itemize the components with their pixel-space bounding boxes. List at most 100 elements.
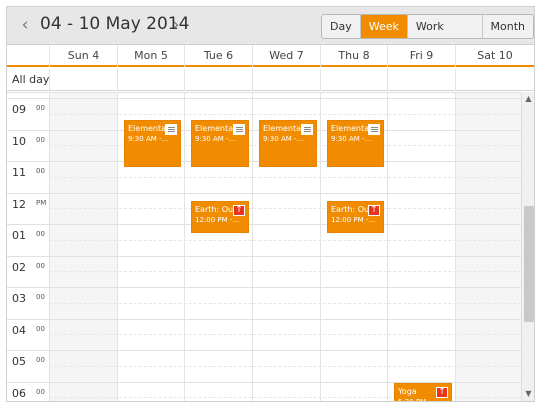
recurrence-icon xyxy=(301,124,313,135)
date-range[interactable]: 04 - 10 May 2014 xyxy=(40,14,189,34)
calendar-event[interactable]: Earth: Ou... 12:00 PM -... ↑ xyxy=(191,201,249,233)
allday-cell[interactable] xyxy=(455,69,534,91)
allday-cell[interactable] xyxy=(49,69,117,91)
hour-line xyxy=(7,318,521,320)
time-label: 03 xyxy=(12,292,26,305)
time-minute-label: 00 xyxy=(36,356,45,364)
scroll-thumb[interactable] xyxy=(524,206,534,322)
view-workweek-button[interactable]: Work Week xyxy=(408,15,483,38)
half-hour-line xyxy=(49,334,521,336)
hour-line xyxy=(7,98,521,99)
time-label: 10 xyxy=(12,134,26,148)
day-header-tue: Tue 6 xyxy=(184,45,252,67)
calendar-event[interactable]: Elementa... 9:30 AM -... xyxy=(327,120,384,167)
event-title: Yoga xyxy=(398,387,417,396)
day-column-sat[interactable] xyxy=(455,92,521,401)
allday-cell[interactable] xyxy=(184,69,252,91)
allday-row: All day xyxy=(7,69,534,91)
time-label: 05 xyxy=(12,355,26,368)
day-header-thu: Thu 8 xyxy=(320,45,387,67)
allday-label: All day xyxy=(12,73,50,86)
view-month-button[interactable]: Month xyxy=(483,15,533,38)
half-hour-line xyxy=(49,271,521,273)
high-priority-icon: ↑ xyxy=(368,205,380,216)
event-time: 12:00 PM -... xyxy=(195,216,240,224)
event-title: Elementa... xyxy=(331,124,373,133)
time-column: 09 00 10 00 11 00 12 PM 01 00 02 00 03 00 04 00 05 00 06 00 xyxy=(7,92,49,401)
hour-line xyxy=(7,350,521,351)
hour-line xyxy=(7,92,521,93)
calendar-event[interactable]: Elementa... 9:30 AM -... xyxy=(259,120,317,167)
allday-cell[interactable] xyxy=(117,69,184,91)
calendar-event[interactable]: Earth: Ou... 12:00 PM -... ↑ xyxy=(327,201,384,233)
time-minute-label: 00 xyxy=(36,135,45,144)
calendar-event[interactable]: Elementa... 9:30 AM -... xyxy=(191,120,249,167)
hour-line xyxy=(7,192,521,194)
half-hour-line xyxy=(49,208,521,210)
scroll-up-icon[interactable]: ▲ xyxy=(522,93,534,105)
chevron-left-icon[interactable]: ‹ xyxy=(18,16,32,34)
time-grid[interactable]: 09 00 10 00 11 00 12 PM 01 00 02 00 03 00 04 00 05 00 06 00… xyxy=(7,92,521,401)
time-minute-label: 00 xyxy=(36,261,45,270)
recurrence-icon xyxy=(165,124,177,135)
time-minute-label: 00 xyxy=(36,324,45,333)
high-priority-icon: ↑ xyxy=(436,387,448,398)
day-header-wed: Wed 7 xyxy=(252,45,320,67)
day-column-sun[interactable] xyxy=(49,92,117,401)
view-week-button[interactable]: Week xyxy=(360,15,408,38)
event-time: 12:00 PM -... xyxy=(331,216,376,224)
time-label: 02 xyxy=(12,260,26,274)
time-label: 09 xyxy=(12,103,26,116)
half-hour-line xyxy=(49,239,521,241)
recurrence-icon xyxy=(368,124,380,135)
recurrence-icon xyxy=(233,124,245,135)
time-minute-label: PM xyxy=(36,198,47,207)
event-title: Earth: Ou... xyxy=(195,205,237,214)
day-header: Sun 4 Mon 5 Tue 6 Wed 7 Thu 8 Fri 9 Sat … xyxy=(7,45,534,67)
scroll-down-icon[interactable]: ▼ xyxy=(522,388,534,400)
day-header-sat: Sat 10 xyxy=(455,45,534,67)
time-minute-label: 00 xyxy=(36,167,45,175)
high-priority-icon: ↑ xyxy=(233,205,245,216)
half-hour-line xyxy=(49,365,521,367)
time-label: 11 xyxy=(12,166,26,179)
half-hour-line xyxy=(49,113,521,115)
hour-line xyxy=(7,287,521,288)
time-minute-label: 00 xyxy=(36,104,45,112)
scheduler: ‹ 04 - 10 May 2014 › Day Week Work Week … xyxy=(6,6,535,402)
view-switcher: Day Week Work Week Month xyxy=(321,14,534,39)
event-time: 9:30 AM -... xyxy=(195,135,236,143)
day-column-fri[interactable] xyxy=(387,92,455,401)
vertical-scrollbar[interactable]: ▲ ▼ xyxy=(521,92,534,401)
allday-cell[interactable] xyxy=(252,69,320,91)
header-corner xyxy=(7,45,49,67)
time-minute-label: 00 xyxy=(36,293,45,301)
half-hour-line xyxy=(49,176,521,178)
event-title: Elementa... xyxy=(128,124,170,133)
day-header-mon: Mon 5 xyxy=(117,45,184,67)
chevron-right-icon[interactable]: › xyxy=(169,16,183,34)
event-time: 9:30 AM -... xyxy=(128,135,169,143)
time-label: 06 xyxy=(12,386,26,400)
event-title: Elementa... xyxy=(195,124,237,133)
toolbar: ‹ 04 - 10 May 2014 › Day Week Work Week … xyxy=(7,7,534,45)
time-label: 01 xyxy=(12,229,26,242)
calendar-event[interactable]: Yoga5:30 PM -...↑ xyxy=(394,383,452,401)
time-label: 12 xyxy=(12,197,26,211)
time-minute-label: 00 xyxy=(36,230,45,238)
calendar-event[interactable]: Elementa... 9:30 AM -... xyxy=(124,120,181,167)
hour-line xyxy=(7,255,521,257)
view-day-button[interactable]: Day xyxy=(322,15,361,38)
hour-line xyxy=(7,224,521,225)
time-minute-label: 00 xyxy=(36,387,45,396)
event-title: Elementa... xyxy=(263,124,305,133)
day-header-sun: Sun 4 xyxy=(49,45,117,67)
allday-cell[interactable] xyxy=(320,69,387,91)
event-time: 9:30 AM -... xyxy=(331,135,372,143)
day-header-fri: Fri 9 xyxy=(387,45,455,67)
event-time: 9:30 AM -... xyxy=(263,135,304,143)
time-label: 04 xyxy=(12,323,26,337)
allday-cell[interactable] xyxy=(387,69,455,91)
half-hour-line xyxy=(49,302,521,304)
event-title: Earth: Ou... xyxy=(331,205,373,214)
